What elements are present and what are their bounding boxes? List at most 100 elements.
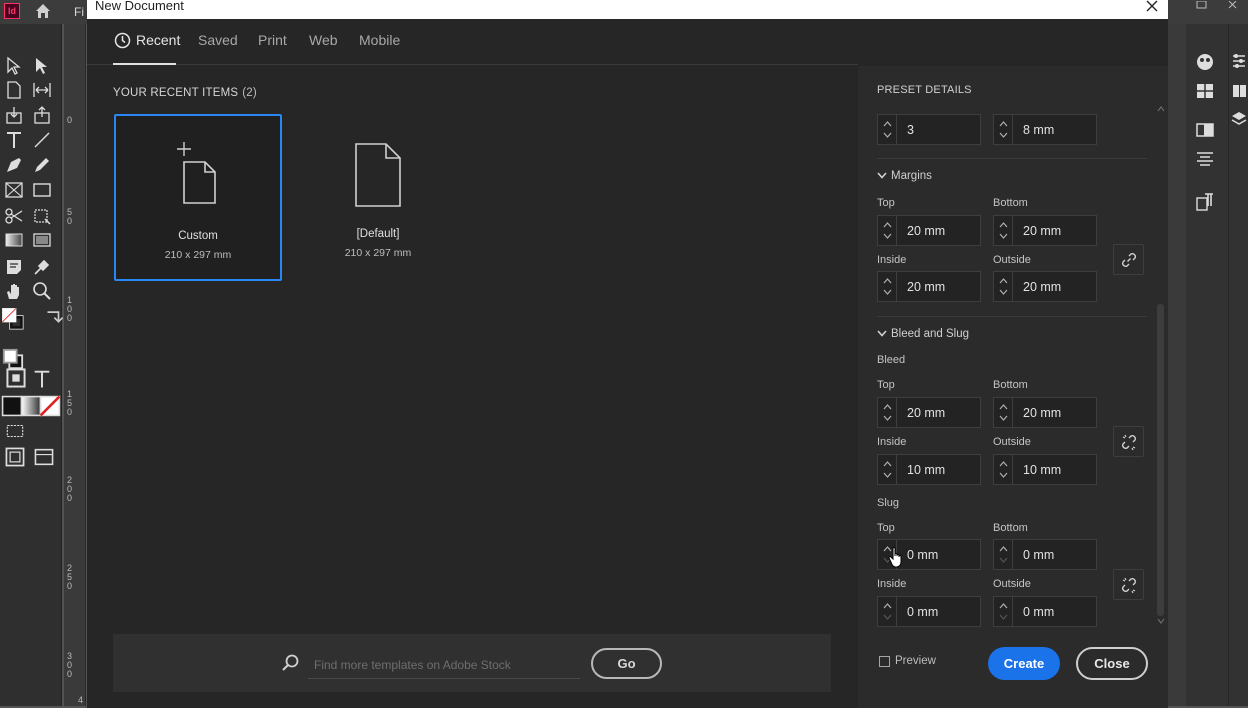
rectangle-frame-tool-icon[interactable]	[3, 179, 25, 201]
direct-selection-tool-icon[interactable]	[31, 55, 53, 77]
chevron-down-icon[interactable]	[999, 415, 1008, 421]
margins-link-button[interactable]	[1113, 244, 1144, 275]
chevron-down-icon[interactable]	[999, 289, 1008, 295]
home-icon[interactable]	[34, 2, 52, 20]
eyedropper-tool-icon[interactable]	[31, 256, 53, 278]
stepper-arrows[interactable]	[994, 597, 1013, 626]
chevron-down-icon[interactable]	[999, 614, 1008, 620]
bleed-inside-stepper[interactable]: 10 mm	[877, 454, 981, 485]
chevron-down-icon[interactable]	[883, 289, 892, 295]
chevron-up-icon[interactable]	[999, 461, 1008, 467]
note-tool-icon[interactable]	[3, 256, 25, 278]
stepper-arrows[interactable]	[878, 455, 897, 484]
chevron-down-icon[interactable]	[883, 415, 892, 421]
formatting-text-icon[interactable]	[31, 368, 50, 388]
chevron-up-icon[interactable]	[999, 121, 1008, 127]
selection-tool-icon[interactable]	[3, 55, 25, 77]
chevron-down-icon[interactable]	[883, 132, 892, 138]
apply-gradient-icon[interactable]	[20, 395, 42, 417]
pages-panel-icon[interactable]	[1231, 82, 1247, 100]
cc-libraries-icon[interactable]	[1194, 52, 1216, 72]
restore-window-icon[interactable]	[1192, 0, 1212, 12]
recent-item-custom[interactable]: Custom 210 x 297 mm	[114, 114, 282, 281]
gradient-swatch-tool-icon[interactable]	[3, 229, 25, 251]
tab-mobile[interactable]: Mobile	[359, 32, 400, 48]
chevron-up-icon[interactable]	[999, 278, 1008, 284]
preview-checkbox[interactable]	[879, 656, 890, 667]
content-placer-icon[interactable]	[31, 104, 53, 126]
rectangle-tool-icon[interactable]	[31, 179, 53, 201]
chevron-down-icon[interactable]	[999, 132, 1008, 138]
tab-print[interactable]: Print	[258, 32, 287, 48]
gutter-stepper[interactable]: 8 mm	[993, 114, 1097, 145]
create-button[interactable]: Create	[988, 647, 1060, 680]
recent-item-default[interactable]: [Default] 210 x 297 mm	[294, 114, 462, 281]
view-mode-icon[interactable]	[4, 420, 24, 440]
pencil-tool-icon[interactable]	[31, 154, 53, 176]
chevron-down-icon[interactable]	[999, 472, 1008, 478]
margin-outside-stepper[interactable]: 20 mm	[993, 271, 1097, 302]
go-button[interactable]: Go	[591, 648, 662, 679]
slug-link-button[interactable]	[1113, 569, 1144, 600]
default-colors-icon[interactable]	[2, 348, 24, 370]
bleed-slug-section-toggle[interactable]: Bleed and Slug	[877, 328, 969, 340]
screen-mode-icon[interactable]	[4, 446, 25, 467]
stepper-arrows[interactable]	[994, 398, 1013, 427]
columns-stepper[interactable]: 3	[877, 114, 981, 145]
stepper-arrows[interactable]	[994, 216, 1013, 245]
stepper-arrows[interactable]	[994, 115, 1013, 144]
properties-icon[interactable]	[1231, 52, 1247, 70]
gap-tool-icon[interactable]	[31, 79, 53, 101]
stroke-icon[interactable]	[1195, 122, 1215, 138]
stepper-arrows[interactable]	[878, 115, 897, 144]
close-icon[interactable]	[1144, 0, 1160, 14]
type-tool-icon[interactable]	[3, 129, 25, 151]
margins-section-toggle[interactable]: Margins	[877, 170, 932, 182]
bleed-link-button[interactable]	[1113, 426, 1144, 457]
margin-inside-stepper[interactable]: 20 mm	[877, 271, 981, 302]
paragraph-styles-icon[interactable]	[1195, 192, 1215, 212]
chevron-up-icon[interactable]	[883, 278, 892, 284]
bleed-bottom-stepper[interactable]: 20 mm	[993, 397, 1097, 428]
hand-tool-icon[interactable]	[3, 280, 25, 302]
chevron-down-icon[interactable]	[883, 472, 892, 478]
chevron-down-icon[interactable]	[999, 233, 1008, 239]
chevron-up-icon[interactable]	[883, 404, 892, 410]
pages-icon[interactable]	[1195, 82, 1215, 100]
tab-recent[interactable]: Recent	[136, 32, 180, 48]
stepper-arrows[interactable]	[994, 455, 1013, 484]
bleed-top-stepper[interactable]: 20 mm	[877, 397, 981, 428]
scissors-tool-icon[interactable]	[3, 205, 25, 227]
chevron-up-icon[interactable]	[883, 222, 892, 228]
content-collector-icon[interactable]	[3, 104, 25, 126]
chevron-up-icon[interactable]	[883, 461, 892, 467]
tab-saved[interactable]: Saved	[198, 32, 238, 48]
bleed-outside-stepper[interactable]: 10 mm	[993, 454, 1097, 485]
slug-bottom-stepper[interactable]: 0 mm	[993, 539, 1097, 570]
stepper-arrows[interactable]	[878, 597, 897, 626]
chevron-down-icon[interactable]	[999, 557, 1008, 563]
gradient-feather-tool-icon[interactable]	[31, 229, 53, 251]
chevron-up-icon[interactable]	[999, 603, 1008, 609]
slug-outside-stepper[interactable]: 0 mm	[993, 596, 1097, 627]
margin-top-stepper[interactable]: 20 mm	[877, 215, 981, 246]
chevron-up-icon[interactable]	[883, 121, 892, 127]
swap-colors-icon[interactable]	[42, 308, 64, 324]
chevron-up-icon[interactable]	[999, 222, 1008, 228]
slug-inside-stepper[interactable]: 0 mm	[877, 596, 981, 627]
paragraph-align-icon[interactable]	[1195, 150, 1215, 168]
close-button[interactable]: Close	[1076, 647, 1148, 680]
margin-bottom-stepper[interactable]: 20 mm	[993, 215, 1097, 246]
fill-swatch[interactable]	[1, 307, 38, 344]
chevron-up-icon[interactable]	[883, 603, 892, 609]
formatting-container-icon[interactable]	[5, 367, 26, 388]
stepper-arrows[interactable]	[994, 540, 1013, 569]
menu-file[interactable]: Fi	[74, 5, 84, 19]
chevron-up-icon[interactable]	[999, 404, 1008, 410]
zoom-tool-icon[interactable]	[31, 280, 53, 302]
pen-tool-icon[interactable]	[3, 154, 25, 176]
stepper-arrows[interactable]	[878, 216, 897, 245]
apply-color-icon[interactable]	[1, 395, 23, 417]
stepper-arrows[interactable]	[878, 398, 897, 427]
preset-panel-scrollbar[interactable]	[1155, 106, 1167, 626]
